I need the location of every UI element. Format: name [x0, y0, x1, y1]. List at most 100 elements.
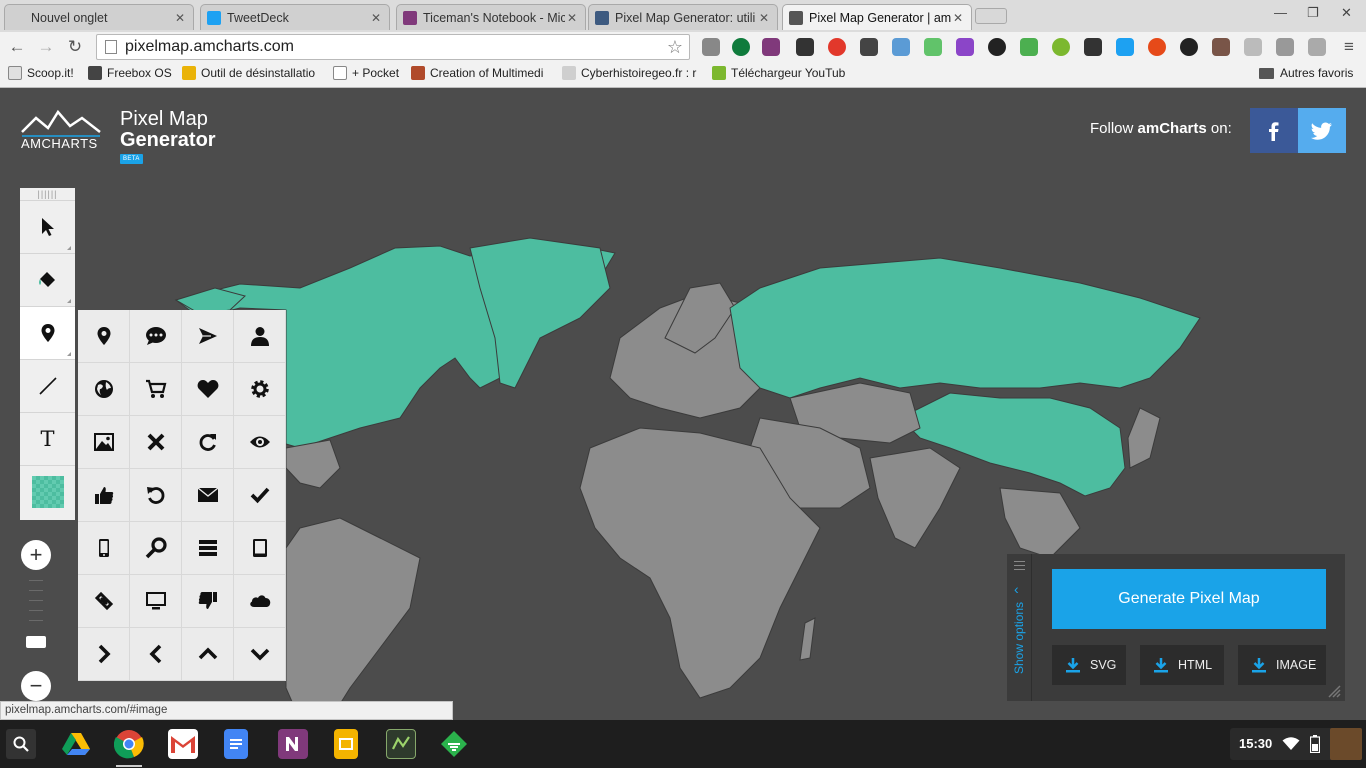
icon-option[interactable] [182, 628, 234, 681]
browser-tab[interactable]: Ticeman's Notebook - Mic ✕ [396, 4, 586, 30]
feedly-app[interactable] [439, 729, 469, 759]
icon-option[interactable] [182, 310, 234, 363]
reload-icon[interactable]: ↻ [64, 36, 86, 58]
icon-option[interactable] [130, 522, 182, 575]
other-bookmarks[interactable]: Autres favoris [1259, 66, 1353, 80]
google-slides-app[interactable] [334, 729, 358, 759]
extension-icon[interactable] [1212, 38, 1230, 56]
fish-extension-icon[interactable] [1180, 38, 1198, 56]
extension-icon[interactable] [860, 38, 878, 56]
icon-option[interactable] [234, 310, 286, 363]
bookmark-item[interactable]: Freebox OS [88, 66, 172, 80]
facebook-button[interactable] [1250, 108, 1298, 153]
new-tab-button[interactable] [975, 8, 1007, 24]
camera-extension-icon[interactable] [892, 38, 910, 56]
print-extension-icon[interactable] [1020, 38, 1038, 56]
close-tab-icon[interactable]: ✕ [369, 11, 383, 25]
download-svg-button[interactable]: SVG [1052, 645, 1126, 685]
bookmark-star-icon[interactable]: ☆ [667, 37, 683, 58]
close-tab-icon[interactable]: ✕ [951, 11, 965, 25]
onenote-app[interactable] [278, 729, 308, 759]
chat-extension-icon[interactable] [1084, 38, 1102, 56]
google-drive-app[interactable] [61, 729, 91, 759]
feather-extension-icon[interactable] [956, 38, 974, 56]
extension-icon[interactable] [1052, 38, 1070, 56]
browser-tab[interactable]: Pixel Map Generator: utili ✕ [588, 4, 778, 30]
icon-option[interactable] [78, 575, 130, 628]
close-tab-icon[interactable]: ✕ [565, 11, 579, 25]
icon-option[interactable] [78, 469, 130, 522]
icon-option[interactable] [234, 363, 286, 416]
color-tool[interactable] [20, 465, 75, 518]
icon-option[interactable] [234, 469, 286, 522]
extension-icon[interactable] [702, 38, 720, 56]
bookmark-item[interactable]: Téléchargeur YouTub [712, 66, 845, 80]
icon-option[interactable] [130, 469, 182, 522]
onenote-extension-icon[interactable] [762, 38, 780, 56]
bookmark-item[interactable]: + Pocket [333, 66, 399, 80]
icon-option[interactable] [130, 575, 182, 628]
zoom-in-button[interactable]: + [21, 540, 51, 570]
icon-option[interactable] [78, 628, 130, 681]
icon-option[interactable] [182, 469, 234, 522]
extension-icon[interactable] [1148, 38, 1166, 56]
icon-option[interactable] [182, 575, 234, 628]
browser-tab[interactable]: TweetDeck ✕ [200, 4, 390, 30]
film-extension-icon[interactable] [796, 38, 814, 56]
address-bar[interactable]: pixelmap.amcharts.com ☆ [96, 34, 690, 60]
back-icon[interactable]: ← [6, 36, 28, 58]
twitter-button[interactable] [1298, 108, 1346, 153]
extension-icon[interactable] [988, 38, 1006, 56]
bookmark-item[interactable]: Cyberhistoiregeo.fr : r [562, 66, 696, 80]
extension-icon[interactable] [1276, 38, 1294, 56]
maximize-icon[interactable]: ❐ [1307, 5, 1319, 21]
zoom-out-button[interactable]: − [21, 671, 51, 701]
launcher-search-button[interactable] [6, 729, 36, 759]
line-tool[interactable] [20, 359, 75, 412]
bookmark-item[interactable]: Scoop.it! [8, 66, 74, 80]
show-options-toggle[interactable]: ‹ Show options [1007, 554, 1032, 701]
extension-icon[interactable] [732, 38, 750, 56]
system-tray[interactable]: 15:30 [1230, 728, 1362, 760]
generate-pixel-map-button[interactable]: Generate Pixel Map [1052, 569, 1326, 629]
bookmark-item[interactable]: Outil de désinstallatio [182, 66, 315, 80]
icon-option[interactable] [234, 416, 286, 469]
extension-icon[interactable] [1116, 38, 1134, 56]
icon-option[interactable] [182, 522, 234, 575]
icon-option[interactable] [130, 628, 182, 681]
icon-option[interactable] [78, 363, 130, 416]
chrome-menu-icon[interactable]: ≡ [1338, 36, 1360, 58]
close-window-icon[interactable]: ✕ [1341, 5, 1352, 21]
icon-option[interactable] [130, 363, 182, 416]
download-image-button[interactable]: IMAGE [1238, 645, 1326, 685]
app-shortcut[interactable] [386, 729, 416, 759]
icon-option[interactable] [130, 416, 182, 469]
browser-tab-active[interactable]: Pixel Map Generator | am ✕ [782, 4, 972, 30]
marker-tool[interactable] [20, 306, 75, 359]
text-tool[interactable]: T [20, 412, 75, 465]
google-docs-app[interactable] [224, 729, 248, 759]
icon-option[interactable] [78, 310, 130, 363]
icon-option[interactable] [234, 628, 286, 681]
forward-icon[interactable]: → [35, 36, 57, 58]
icon-option[interactable] [78, 522, 130, 575]
minimize-icon[interactable]: — [1274, 5, 1287, 20]
chrome-app[interactable] [114, 729, 144, 759]
user-avatar[interactable] [1330, 728, 1362, 760]
palette-drag-handle[interactable]: |||||| [20, 188, 75, 200]
extension-icon[interactable] [828, 38, 846, 56]
bookmark-item[interactable]: Creation of Multimedi [411, 66, 543, 80]
zoom-slider-handle[interactable] [26, 636, 46, 648]
resize-grip-icon[interactable] [1325, 682, 1341, 698]
extension-icon[interactable] [1244, 38, 1262, 56]
icon-option[interactable] [78, 416, 130, 469]
download-html-button[interactable]: HTML [1140, 645, 1224, 685]
rss-extension-icon[interactable] [1308, 38, 1326, 56]
fill-tool[interactable] [20, 253, 75, 306]
icon-option[interactable] [182, 416, 234, 469]
icon-option[interactable] [234, 522, 286, 575]
icon-option[interactable] [182, 363, 234, 416]
browser-tab[interactable]: Nouvel onglet ✕ [4, 4, 194, 30]
icon-option[interactable] [130, 310, 182, 363]
close-tab-icon[interactable]: ✕ [757, 11, 771, 25]
